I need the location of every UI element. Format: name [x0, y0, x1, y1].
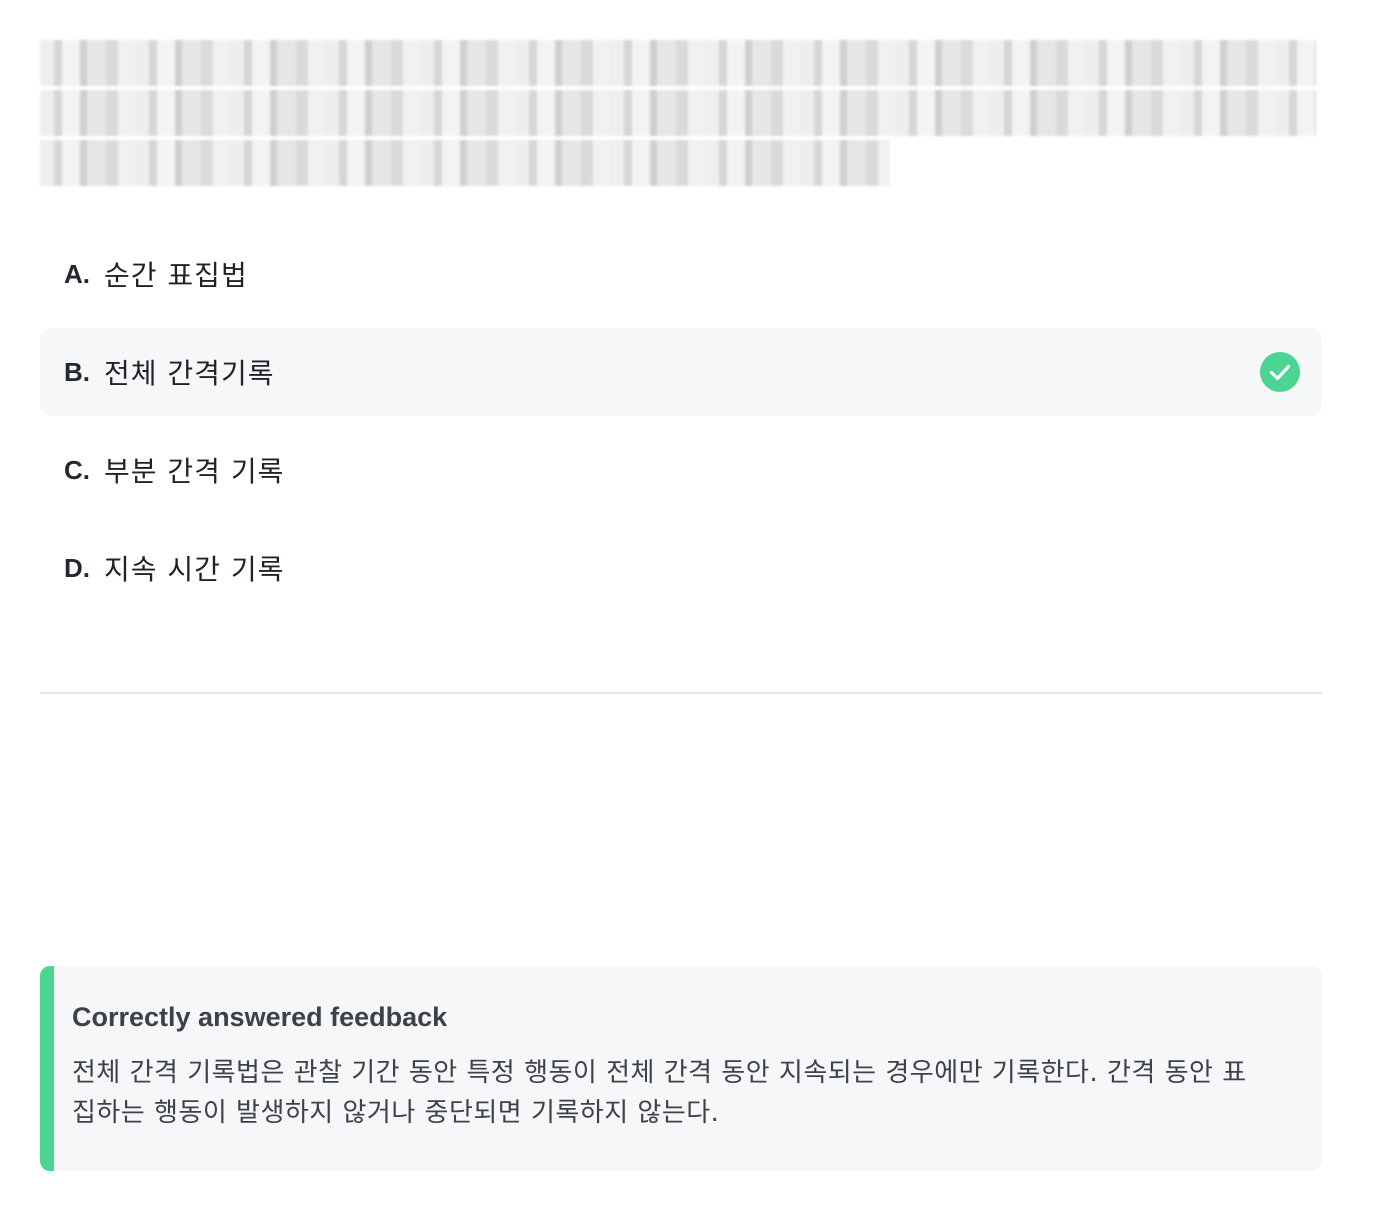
option-c[interactable]: C. 부분 간격 기록 [40, 426, 1322, 514]
quiz-question-page: A. 순간 표집법 B. 전체 간격기록 C. 부분 간격 기록 D. 지속 시… [0, 0, 1376, 1227]
option-letter: A. [64, 258, 90, 289]
option-letter: C. [64, 454, 90, 485]
feedback-title: Correctly answered feedback [72, 1002, 448, 1032]
question-text-redacted [40, 40, 1316, 186]
feedback-panel: Correctly answered feedback 전체 간격 기록법은 관… [40, 966, 1322, 1171]
option-label: 전체 간격기록 [104, 357, 275, 390]
option-b[interactable]: B. 전체 간격기록 [40, 328, 1322, 416]
answer-options: A. 순간 표집법 B. 전체 간격기록 C. 부분 간격 기록 D. 지속 시… [40, 230, 1322, 622]
redacted-line [40, 140, 890, 186]
check-circle-icon [1260, 352, 1300, 392]
option-label: 지속 시간 기록 [104, 553, 285, 586]
redacted-line [40, 40, 1316, 86]
option-a[interactable]: A. 순간 표집법 [40, 230, 1322, 318]
option-label: 순간 표집법 [104, 259, 248, 292]
option-d[interactable]: D. 지속 시간 기록 [40, 524, 1322, 612]
redacted-line [40, 90, 1316, 136]
option-label: 부분 간격 기록 [104, 455, 285, 488]
option-letter: B. [64, 356, 90, 387]
option-letter: D. [64, 552, 90, 583]
section-divider [40, 692, 1322, 694]
feedback-body: 전체 간격 기록법은 관찰 기간 동안 특정 행동이 전체 간격 동안 지속되는… [72, 1058, 1247, 1128]
